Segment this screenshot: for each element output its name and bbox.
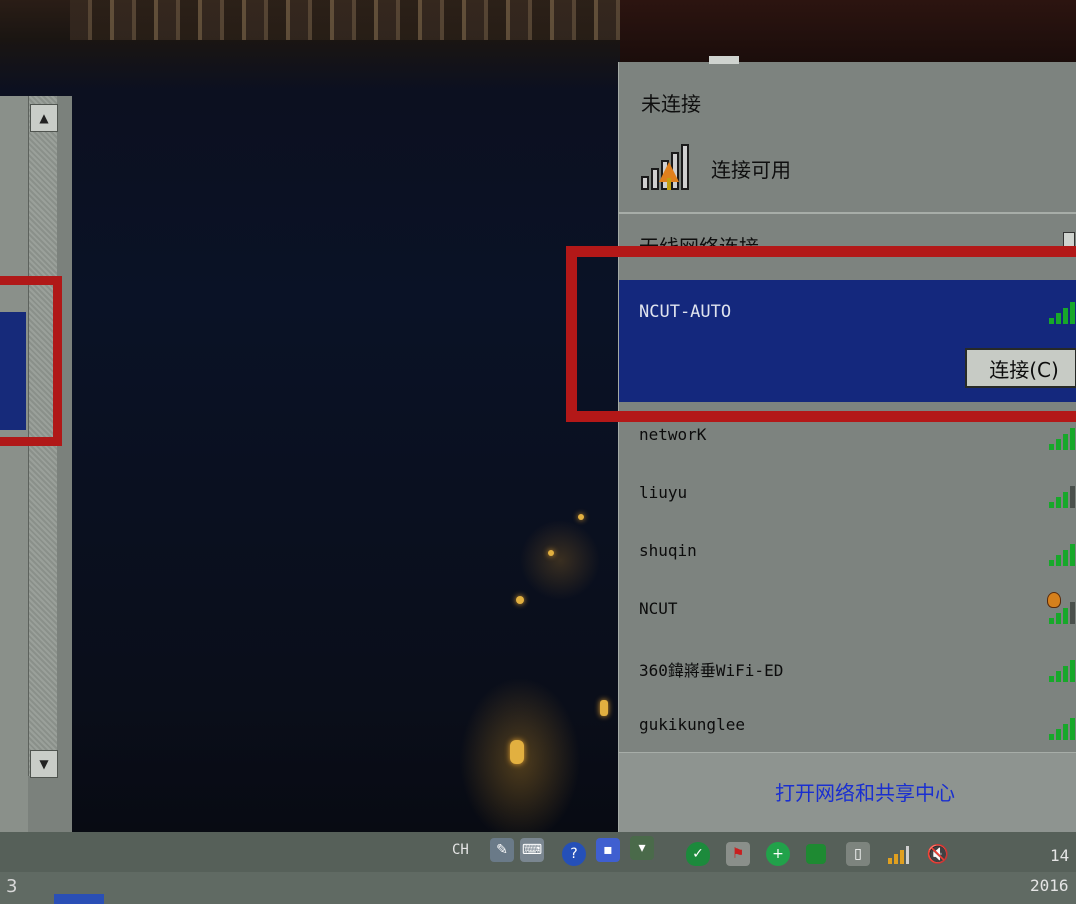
ime-settings-icon[interactable]: ▾: [630, 836, 654, 860]
connections-available-label: 连接可用: [711, 158, 791, 182]
signal-strength-icon: [1049, 658, 1075, 682]
network-ssid: NCUT: [639, 599, 678, 618]
wallpaper-light: [510, 740, 524, 764]
annotation-highlight-box: [566, 246, 1076, 422]
network-tray-icon[interactable]: [886, 842, 910, 866]
network-item[interactable]: liuyu: [619, 466, 1076, 524]
flyout-footer: 打开网络和共享中心: [619, 752, 1076, 833]
action-center-flag-icon[interactable]: ⚑: [726, 842, 750, 866]
volume-muted-icon[interactable]: 🔇: [926, 842, 950, 866]
signal-strength-icon: [1049, 426, 1075, 450]
network-item[interactable]: NCUT: [619, 582, 1076, 640]
taskbar-item-number: 3: [6, 876, 18, 897]
wallpaper-light: [600, 700, 608, 716]
annotation-highlight-left: [0, 276, 62, 446]
network-item[interactable]: shuqin: [619, 524, 1076, 582]
network-item[interactable]: 360鍏嶈垂WiFi-ED: [619, 640, 1076, 698]
taskbar-app-button[interactable]: [54, 894, 104, 904]
wallpaper-skyline: [70, 0, 620, 40]
background-window: ▲ ▼: [0, 96, 72, 880]
green-square-icon[interactable]: [806, 844, 826, 864]
clock-time[interactable]: 14: [1050, 846, 1069, 865]
ime-toolbar-icon[interactable]: ▪: [596, 838, 620, 862]
network-ssid: 360鍏嶈垂WiFi-ED: [639, 661, 784, 680]
signal-strength-icon: [1049, 542, 1075, 566]
update-plus-icon[interactable]: +: [766, 842, 790, 866]
security-shield-icon[interactable]: ✓: [686, 842, 710, 866]
network-flyout: 未连接 连接可用 无线网络连接 NCUT-AUTO 连接(C) networK l…: [618, 56, 1076, 833]
help-icon[interactable]: ?: [562, 842, 586, 866]
connection-status-title: 未连接: [641, 92, 701, 116]
network-item[interactable]: gukikunglee: [619, 698, 1076, 756]
clock-date[interactable]: 2016: [1030, 876, 1069, 895]
device-icon[interactable]: ▯: [846, 842, 870, 866]
network-ssid: shuqin: [639, 541, 697, 560]
wallpaper-skyline-right: [620, 0, 1076, 62]
input-method-icon[interactable]: ✎: [490, 838, 514, 862]
wireless-signal-icon: [641, 144, 689, 190]
taskbar: 3 CH ✎ ⌨ ? ▪ ▾ ✓ ⚑ + ▯ 🔇 14 2016: [0, 832, 1076, 904]
network-ssid: gukikunglee: [639, 715, 745, 734]
background-window-pane: [0, 96, 28, 880]
flyout-header-strip: [709, 56, 739, 64]
open-network-sharing-center-link[interactable]: 打开网络和共享中心: [775, 777, 955, 806]
section-divider: [619, 212, 1076, 214]
network-ssid: liuyu: [639, 483, 688, 502]
keyboard-icon[interactable]: ⌨: [520, 838, 544, 862]
wallpaper-light: [578, 514, 584, 520]
network-ssid: networK: [639, 425, 707, 444]
scroll-up-button[interactable]: ▲: [30, 104, 58, 132]
signal-strength-icon: [1049, 484, 1075, 508]
language-indicator[interactable]: CH: [452, 842, 469, 858]
scroll-down-button[interactable]: ▼: [30, 750, 58, 778]
signal-strength-icon: [1049, 716, 1075, 740]
wallpaper-light: [548, 550, 554, 556]
security-shield-icon: [1047, 592, 1061, 608]
wallpaper-light: [516, 596, 524, 604]
taskbar-lower: [0, 872, 1076, 904]
